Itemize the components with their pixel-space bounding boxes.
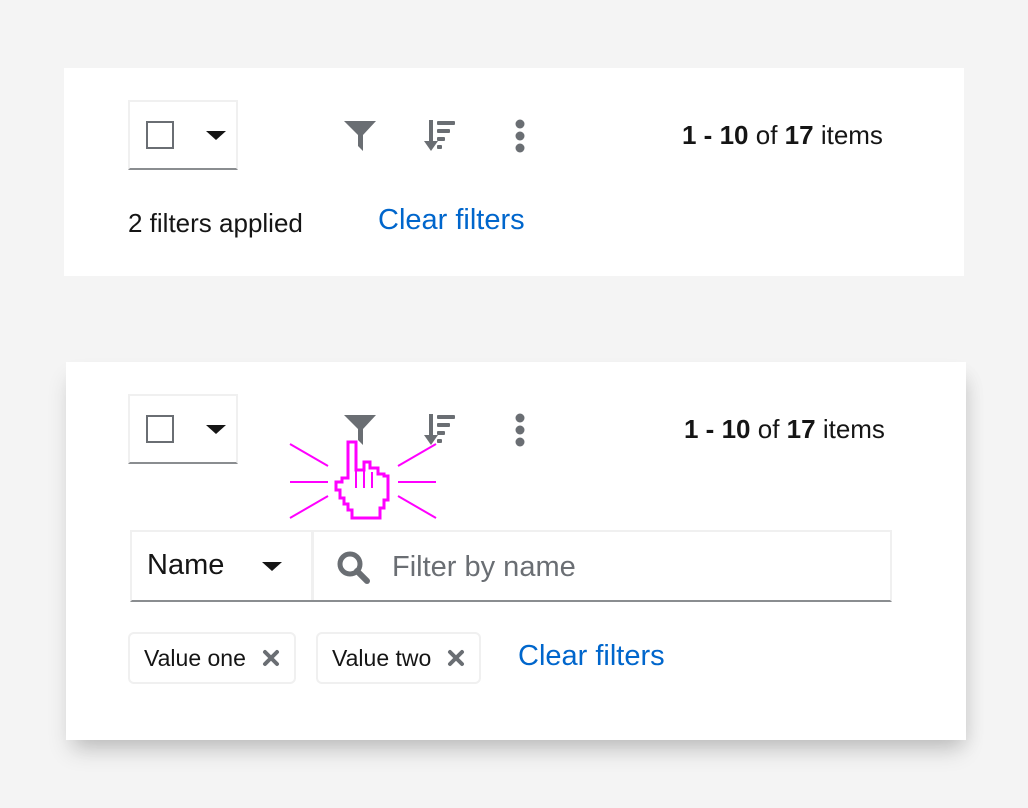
filter-toggle-button[interactable] <box>340 116 380 156</box>
filter-icon <box>344 121 376 151</box>
chip-label: Value one <box>144 644 246 671</box>
chip-remove-button[interactable] <box>262 649 280 667</box>
pagination-total: 17 <box>786 414 816 444</box>
caret-down-icon <box>262 562 282 571</box>
bulk-select-dropdown[interactable] <box>128 100 238 170</box>
pagination-of: of <box>755 120 778 150</box>
search-icon <box>337 551 370 584</box>
toolbar-expanded-panel: 1 - 10 of 17 items Name Filter by name V… <box>66 362 966 740</box>
bulk-select-dropdown[interactable] <box>128 394 238 464</box>
bulk-select-checkbox[interactable] <box>146 121 174 149</box>
pagination-items-label: items <box>820 120 883 150</box>
caret-down-icon[interactable] <box>206 425 226 434</box>
pagination-of: of <box>757 414 780 444</box>
clear-filters-link[interactable]: Clear filters <box>378 204 525 237</box>
more-actions-button[interactable] <box>500 410 540 450</box>
pagination-total: 17 <box>784 120 814 150</box>
attribute-select-dropdown[interactable]: Name <box>132 532 314 600</box>
filter-input-group: Name <box>130 530 892 602</box>
close-icon <box>448 650 465 666</box>
pagination-info: 1 - 10 of 17 items <box>684 414 885 445</box>
filters-applied-text: 2 filters applied <box>128 208 303 238</box>
pointer-cursor-click-icon <box>289 440 437 520</box>
close-icon <box>262 650 279 666</box>
pagination-items-label: items <box>822 414 885 444</box>
more-actions-button[interactable] <box>500 116 540 156</box>
ellipsis-vertical-icon <box>515 119 525 153</box>
filter-chip: Value two <box>316 632 482 684</box>
sort-button[interactable] <box>420 116 460 156</box>
attribute-select-label: Name <box>147 549 225 581</box>
ellipsis-vertical-icon <box>515 413 525 447</box>
pagination-range: 1 - 10 <box>684 414 751 444</box>
sort-amount-down-icon <box>424 120 455 151</box>
search-field <box>314 532 890 600</box>
clear-filters-link[interactable]: Clear filters <box>518 640 665 673</box>
filter-search-input[interactable] <box>390 540 874 594</box>
filter-chip: Value one <box>128 632 296 684</box>
bulk-select-checkbox[interactable] <box>146 415 174 443</box>
caret-down-icon[interactable] <box>206 131 226 140</box>
chip-remove-button[interactable] <box>447 649 465 667</box>
pagination-range: 1 - 10 <box>682 120 749 150</box>
pagination-info: 1 - 10 of 17 items <box>682 120 883 151</box>
chip-label: Value two <box>332 644 432 671</box>
toolbar-collapsed-panel: 1 - 10 of 17 items 2 filters applied Cle… <box>64 68 964 276</box>
